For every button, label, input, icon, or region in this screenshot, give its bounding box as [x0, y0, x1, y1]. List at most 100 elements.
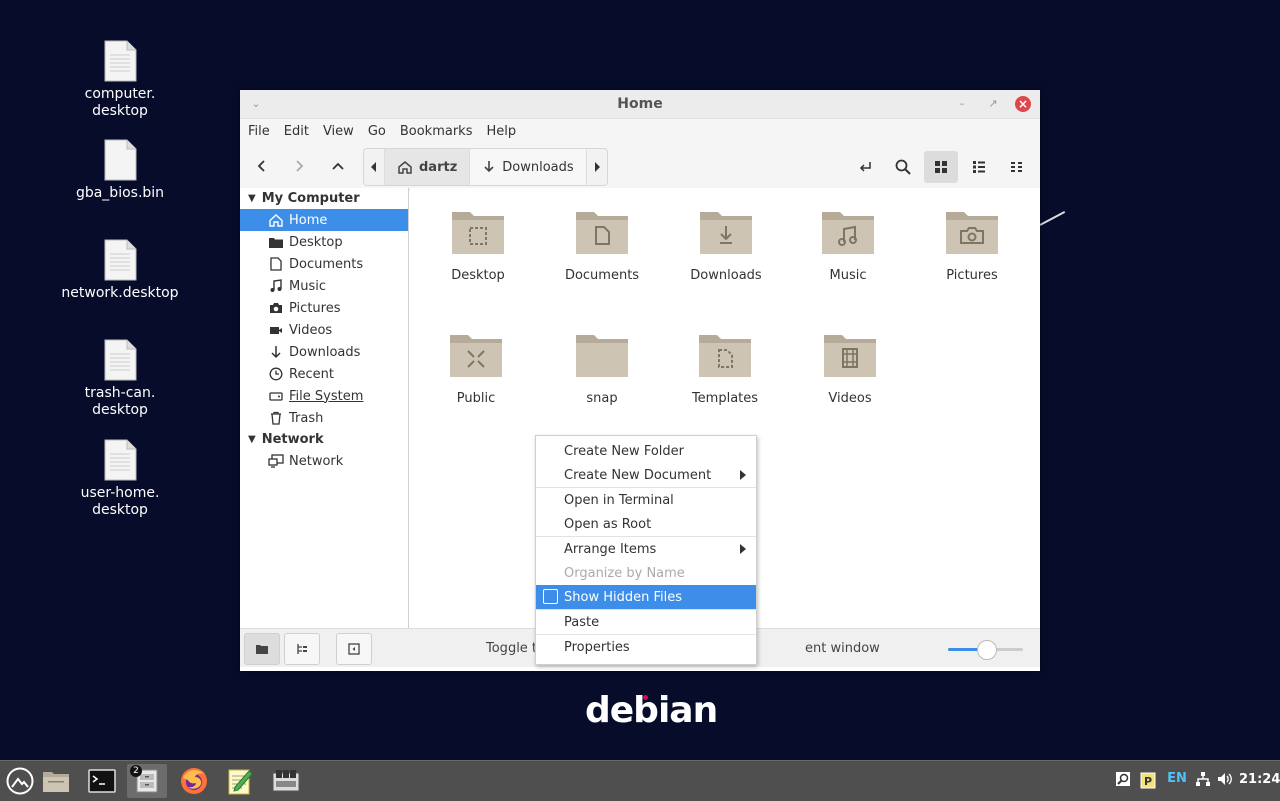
folder-downloads[interactable]: Downloads: [676, 206, 776, 283]
folder-documents[interactable]: Documents: [552, 206, 652, 283]
camera-icon: [268, 302, 284, 314]
folder-icon: [700, 212, 752, 254]
sidebar-item-desktop[interactable]: Desktop: [240, 231, 408, 253]
menu-go[interactable]: Go: [368, 124, 386, 139]
forward-button[interactable]: [285, 153, 313, 179]
menu-item-properties[interactable]: Properties: [536, 635, 756, 659]
sidebar-item-documents[interactable]: Documents: [240, 253, 408, 275]
folder-templates[interactable]: Templates: [675, 329, 775, 406]
breadcrumb-scroll-right[interactable]: [585, 149, 607, 185]
start-menu-button[interactable]: [0, 764, 40, 798]
network-status-icon[interactable]: [1193, 771, 1213, 787]
download-icon: [268, 345, 284, 359]
breadcrumb-dartz[interactable]: dartz: [384, 149, 470, 185]
tray-clipboard-icon[interactable]: P: [1138, 771, 1158, 789]
taskbar-file-manager-window[interactable]: 2: [127, 764, 167, 798]
sidebar-item-downloads[interactable]: Downloads: [240, 341, 408, 363]
menu-help[interactable]: Help: [486, 124, 516, 139]
menu-bookmarks[interactable]: Bookmarks: [400, 124, 473, 139]
sidebar-item-recent[interactable]: Recent: [240, 363, 408, 385]
triangle-right-icon: [594, 162, 600, 172]
sidebar-item-music[interactable]: Music: [240, 275, 408, 297]
menu-item-show-hidden-files[interactable]: Show Hidden Files: [536, 585, 756, 609]
window-count-badge: 2: [130, 765, 142, 777]
menubar: File Edit View Go Bookmarks Help: [240, 119, 1040, 143]
menu-item-create-new-folder[interactable]: Create New Folder: [536, 439, 756, 463]
sidebar-item-file-system[interactable]: File System: [240, 385, 408, 407]
zoom-slider-handle[interactable]: [976, 640, 997, 660]
breadcrumb-scroll-left[interactable]: [364, 149, 384, 185]
sidebar-item-pictures[interactable]: Pictures: [240, 297, 408, 319]
desktop-icon-computer[interactable]: computer. desktop: [60, 40, 180, 120]
taskbar-terminal[interactable]: [82, 764, 122, 798]
trash-icon: [268, 411, 284, 425]
document-icon: [268, 257, 284, 271]
taskbar-app-launcher[interactable]: [266, 764, 306, 798]
sidebar-item-home[interactable]: Home: [240, 209, 408, 231]
menu-item-arrange-items[interactable]: Arrange Items: [536, 537, 756, 561]
folder-public[interactable]: Public: [426, 329, 526, 406]
svg-text:P: P: [1144, 775, 1152, 788]
folder-icon: [576, 212, 628, 254]
menu-item-open-as-root[interactable]: Open as Root: [536, 512, 756, 536]
menu-file[interactable]: File: [248, 124, 270, 139]
desktop-icon-network[interactable]: network.desktop: [60, 239, 180, 302]
menu-item-paste[interactable]: Paste: [536, 610, 756, 634]
sidebar-item-videos[interactable]: Videos: [240, 319, 408, 341]
taskbar-file-manager-launcher[interactable]: [36, 764, 76, 798]
compact-view-button[interactable]: [1000, 151, 1034, 183]
desktop-icon: [268, 236, 284, 249]
hide-sidebar-button[interactable]: [336, 633, 372, 665]
menu-item-create-new-document[interactable]: Create New Document: [536, 463, 756, 487]
minimize-button[interactable]: –: [954, 96, 970, 112]
show-places-button[interactable]: [244, 633, 280, 665]
desktop-icon-user-home[interactable]: user-home. desktop: [60, 439, 180, 519]
back-button[interactable]: [248, 153, 276, 179]
sidebar-section-my-computer[interactable]: ▼ My Computer: [240, 188, 408, 209]
drive-icon: [268, 390, 284, 402]
debian-logo: debian: [585, 690, 718, 731]
desktop-icon-trash-can[interactable]: trash-can. desktop: [60, 339, 180, 419]
titlebar[interactable]: ⌄ Home – ↗ ×: [240, 90, 1040, 119]
show-treeview-button[interactable]: [284, 633, 320, 665]
breadcrumb-downloads[interactable]: Downloads: [469, 149, 585, 185]
keyboard-layout-indicator[interactable]: EN: [1165, 771, 1189, 786]
menu-edit[interactable]: Edit: [284, 124, 309, 139]
desktop-icon-label: desktop: [92, 502, 148, 518]
folder-icon: [452, 212, 504, 254]
folder-icon: [699, 335, 751, 377]
sidebar-item-network[interactable]: Network: [240, 450, 408, 472]
folder-videos[interactable]: Videos: [800, 329, 900, 406]
search-button[interactable]: [886, 151, 920, 183]
desktop-icon-label: desktop: [92, 103, 148, 119]
checkbox-icon[interactable]: [543, 589, 558, 604]
sidebar-item-trash[interactable]: Trash: [240, 407, 408, 429]
clock[interactable]: 21:24: [1239, 772, 1280, 787]
volume-icon[interactable]: [1215, 771, 1235, 787]
taskbar-firefox[interactable]: [174, 764, 214, 798]
desktop-icon-gba-bios[interactable]: gba_bios.bin: [60, 139, 180, 202]
folder-desktop[interactable]: Desktop: [428, 206, 528, 283]
menu-item-open-in-terminal[interactable]: Open in Terminal: [536, 488, 756, 512]
folder-snap[interactable]: snap: [552, 329, 652, 406]
file-icon: [103, 40, 137, 82]
close-button[interactable]: ×: [1015, 96, 1031, 112]
folder-small-icon: [256, 645, 268, 654]
desktop-icon-label: network.desktop: [61, 285, 179, 301]
folder-music[interactable]: Music: [798, 206, 898, 283]
list-view-button[interactable]: [962, 151, 996, 183]
menu-view[interactable]: View: [323, 124, 354, 139]
sidebar-section-network[interactable]: ▼ Network: [240, 429, 408, 450]
maximize-button[interactable]: ↗: [985, 96, 1001, 112]
folder-pictures[interactable]: Pictures: [922, 206, 1022, 283]
toggle-location-entry-button[interactable]: [848, 151, 882, 183]
file-icon: [103, 339, 137, 381]
icon-view-button[interactable]: [924, 151, 958, 183]
compact-list-icon: [1011, 162, 1022, 172]
taskbar-text-editor[interactable]: [220, 764, 260, 798]
home-icon: [398, 161, 412, 174]
tray-search-icon[interactable]: [1113, 771, 1133, 787]
up-button[interactable]: [324, 153, 352, 179]
zoom-slider[interactable]: [948, 640, 1023, 660]
start-menu-icon: [6, 767, 34, 795]
